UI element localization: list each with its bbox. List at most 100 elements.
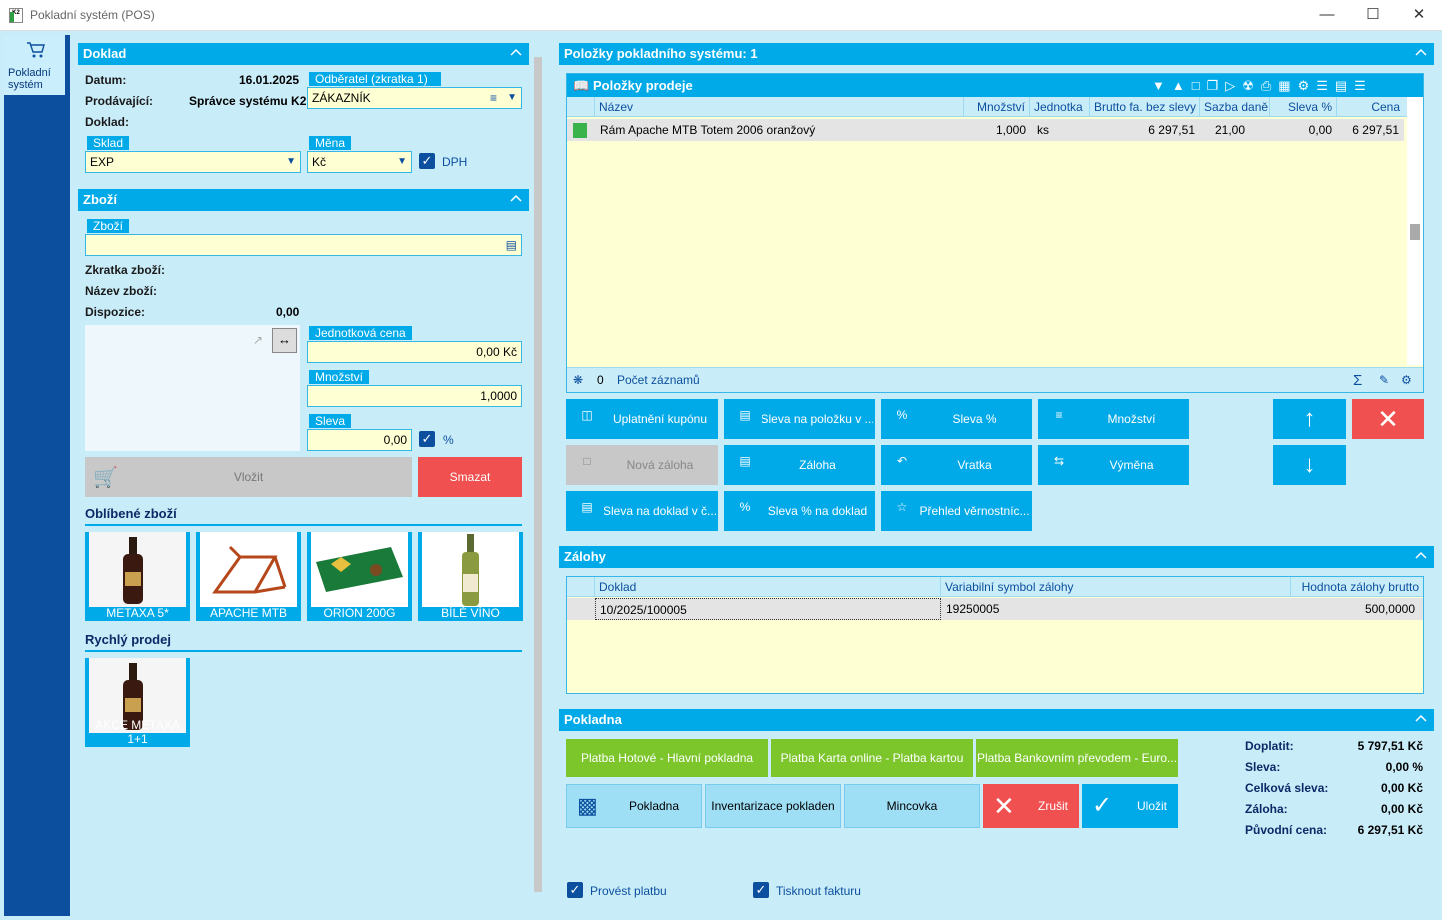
col-doklad[interactable]: Doklad [595,577,941,597]
col-sleva[interactable]: Sleva % [1270,97,1337,117]
vernost-button[interactable]: ☆ Přehled věrnostníc... [881,491,1032,531]
tisknout-fakturu-checkbox[interactable]: ✓ [753,882,769,898]
col-hodnota[interactable]: Hodnota zálohy brutto [1291,577,1423,597]
edit-icon[interactable]: ✎ [1379,368,1389,393]
doklad-header[interactable]: Doklad [78,43,529,65]
collapse-icon[interactable] [509,45,523,59]
col-cena[interactable]: Cena [1337,97,1404,117]
provest-platbu-checkbox[interactable]: ✓ [567,882,583,898]
zbozi-header[interactable]: Zboží [78,189,529,211]
move-up-button[interactable]: ↑ [1273,399,1346,439]
sklad-input[interactable]: EXP ▼ [85,151,301,173]
pokladna-header[interactable]: Pokladna [559,709,1434,731]
kupon-button[interactable]: ◫ Uplatnění kupónu [566,399,718,439]
collapse-icon[interactable] [1414,711,1428,725]
nova-zaloha-button[interactable]: □ Nová záloha [566,445,718,485]
pokladna-button[interactable]: ▩ Pokladna [566,784,702,828]
left-scrollbar[interactable] [531,43,545,909]
zalohy-header[interactable]: Zálohy [559,546,1434,568]
favorite-tile-bile-vino[interactable]: BÍLÉ VÍNO [418,532,523,621]
minimize-button[interactable]: — [1304,4,1350,26]
move-down-button[interactable]: ↓ [1273,445,1346,485]
doklad-label: Doklad: [85,115,130,129]
settings-icon[interactable]: ⚙ [1401,368,1412,393]
vratka-button[interactable]: ↶ Vratka [881,445,1032,485]
mincovka-button[interactable]: Mincovka [844,784,980,828]
col-vs[interactable]: Variabilní symbol zálohy [941,577,1291,597]
nav-item-pokladni-system[interactable]: Pokladní systém [4,35,65,97]
col-nazev[interactable]: Název [595,97,964,117]
collapse-icon[interactable] [1414,548,1428,562]
sum-icon[interactable]: Σ [1353,368,1362,393]
dropdown-icon[interactable]: ▼ [397,152,407,172]
prodavajici-value: Správce systému K2 [189,94,307,108]
document-icon: ▤ [739,454,751,468]
quick-tile-akce-metaxa[interactable]: AKCE METAXA 1+1 [85,658,190,747]
close-window-button[interactable]: ✕ [1396,4,1442,26]
pay-karta-button[interactable]: Platba Karta online - Platba kartou [771,739,973,777]
puvodni-cena-label: Původní cena: [1245,823,1328,837]
sleva-input[interactable]: 0,00 [307,429,412,451]
resize-button[interactable]: ↔ [272,328,297,353]
collapse-icon[interactable] [1414,45,1428,59]
polozky-header[interactable]: Položky pokladního systému: 1 [559,43,1434,65]
sleva-polozka-button[interactable]: ▤ Sleva na položku v ... [724,399,875,439]
mena-input[interactable]: Kč ▼ [307,151,412,173]
external-link-icon[interactable]: ↗ [253,333,263,347]
grid-scroll-thumb[interactable] [1410,224,1420,240]
col-mnozstvi[interactable]: Množství [964,97,1030,117]
grid-scrollbar[interactable] [1407,97,1423,365]
zaloha-sum-value: 0,00 Kč [1380,802,1423,816]
document-icon: □ [583,454,591,468]
mnozstvi-button[interactable]: ≡ Množství [1038,399,1189,439]
odberatel-input[interactable]: ZÁKAZNÍK ≡ ▼ [307,87,522,109]
zaloha-button[interactable]: ▤ Záloha [724,445,875,485]
sleva-doklad-button[interactable]: ▤ Sleva na doklad v č... [566,491,718,531]
col-brutto[interactable]: Brutto fa. bez slevy [1090,97,1200,117]
inventarizace-button[interactable]: Inventarizace pokladen [705,784,841,828]
favorite-tile-orion[interactable]: ORION 200G [307,532,412,621]
polozky-header-title: Položky pokladního systému: 1 [564,46,758,61]
document-percent-icon: % [739,500,751,514]
dropdown-icon[interactable]: ▼ [286,152,296,172]
delete-item-button[interactable]: ✕ [1352,399,1424,439]
zbozi-input[interactable]: ▤ [85,234,522,256]
vymena-label: Výměna [1109,458,1154,472]
window-title: Pokladní systém (POS) [30,8,155,22]
pay-hotove-button[interactable]: Platba Hotové - Hlavní pokladna [566,739,768,777]
favorite-tile-apache[interactable]: APACHE MTB [196,532,301,621]
col-sazba[interactable]: Sazba daně [1200,97,1270,117]
table-row[interactable]: Rám Apache MTB Totem 2006 oranžový 1,000… [567,119,1404,141]
vymena-button[interactable]: ⇆ Výměna [1038,445,1189,485]
cell-sazba: 21,00 [1214,123,1245,137]
zrusit-button[interactable]: ✕ Zrušit [983,784,1079,828]
oblibene-section-title: Oblíbené zboží [85,506,522,526]
dropdown-icon[interactable]: ▼ [507,88,517,108]
mnozstvi-input[interactable]: 1,0000 [307,385,522,407]
nav-item-label: Pokladní systém [8,67,51,91]
jedn-cena-input[interactable]: 0,00 Kč [307,341,522,363]
smazat-button[interactable]: Smazat [418,457,522,497]
dph-checkbox[interactable]: ✓ [419,153,435,169]
table-row[interactable]: 10/2025/100005 19250005 500,0000 [567,598,1423,620]
mnozstvi-tab: Množství [309,370,370,384]
calendar-icon[interactable]: ▤ [506,235,517,255]
nazev-label: Název zboží: [85,284,158,298]
col-jednotka[interactable]: Jednotka [1030,97,1090,117]
collapse-icon[interactable] [509,191,523,205]
ulozit-button[interactable]: ✓ Uložit [1082,784,1178,828]
metaxa-image [89,532,186,607]
toolbar-icons[interactable]: ▼▲□❐▷☢⎙▦⚙☰▤☰ [1152,74,1373,97]
sleva-pct-doklad-button[interactable]: % Sleva % na doklad [724,491,875,531]
zaloha-sum-label: Záloha: [1245,802,1288,816]
maximize-button[interactable]: ☐ [1350,4,1396,26]
favorite-tile-metaxa[interactable]: METAXA 5* [85,532,190,621]
stack-icon[interactable]: ≡ [490,88,497,108]
pay-bank-button[interactable]: Platba Bankovním převodem - Euro... [976,739,1178,777]
sleva-pct-button[interactable]: % Sleva % [881,399,1032,439]
vlozit-button[interactable]: 🛒 Vložit [85,457,412,497]
celkova-sleva-label: Celková sleva: [1245,781,1329,795]
sleva-pct-checkbox[interactable]: ✓ [419,431,435,447]
scroll-thumb[interactable] [534,57,542,892]
mena-tab: Měna [309,136,352,150]
